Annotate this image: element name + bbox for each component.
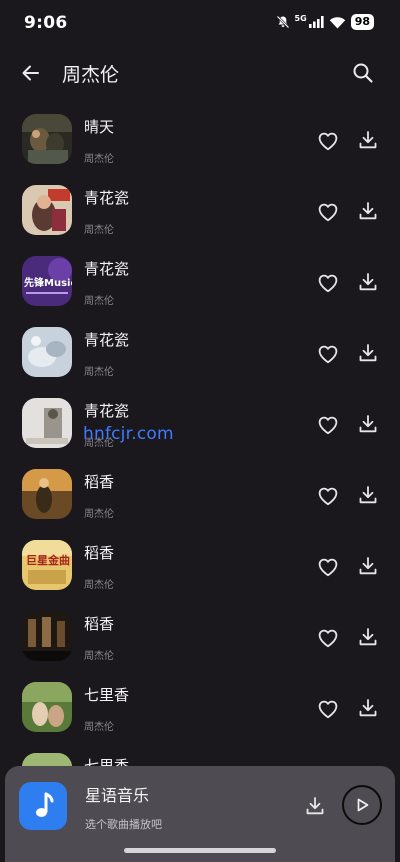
heart-icon bbox=[318, 203, 338, 222]
download-icon bbox=[359, 344, 377, 362]
song-row[interactable]: 七里香 周杰伦 bbox=[0, 675, 400, 746]
player-download-button[interactable] bbox=[303, 794, 327, 818]
download-icon bbox=[359, 628, 377, 646]
download-icon bbox=[359, 273, 377, 291]
album-cover bbox=[22, 611, 72, 661]
top-app-bar: 周杰伦 bbox=[0, 50, 400, 96]
download-icon bbox=[359, 699, 377, 717]
heart-icon bbox=[318, 487, 338, 506]
wifi-icon bbox=[329, 16, 345, 28]
mute-bell-icon bbox=[276, 15, 289, 29]
song-row[interactable]: 稻香 周杰伦 bbox=[0, 462, 400, 533]
music-note-icon bbox=[36, 792, 54, 817]
download-button[interactable] bbox=[356, 199, 380, 223]
network-label: 5G bbox=[294, 13, 307, 23]
download-button[interactable] bbox=[356, 270, 380, 294]
play-icon bbox=[357, 798, 369, 812]
song-artist: 周杰伦 bbox=[84, 651, 114, 662]
like-button[interactable] bbox=[316, 413, 340, 437]
like-button[interactable] bbox=[316, 555, 340, 579]
album-cover bbox=[22, 398, 72, 448]
download-icon bbox=[359, 415, 377, 433]
status-bar: 9:06 5G 98 bbox=[0, 0, 400, 46]
song-title: 晴天 bbox=[84, 118, 115, 136]
song-artist: 周杰伦 bbox=[84, 722, 114, 733]
song-title: 青花瓷 bbox=[84, 331, 130, 349]
app-screen: 9:06 5G 98 周杰伦 晴天 周杰伦 青花瓷 周杰伦 先锋Music 青花… bbox=[0, 0, 400, 862]
download-icon bbox=[359, 202, 377, 220]
heart-icon bbox=[318, 700, 338, 719]
app-logo bbox=[19, 782, 67, 830]
like-button[interactable] bbox=[316, 129, 340, 153]
player-title: 星语音乐 bbox=[85, 786, 150, 805]
song-row[interactable]: 青花瓷 周杰伦 bbox=[0, 320, 400, 391]
download-icon bbox=[359, 486, 377, 504]
song-artist: 周杰伦 bbox=[84, 509, 114, 520]
song-row[interactable]: 先锋Music 青花瓷 周杰伦 bbox=[0, 249, 400, 320]
download-button[interactable] bbox=[356, 625, 380, 649]
cover-text: 巨星金曲 bbox=[26, 553, 70, 567]
song-artist: 周杰伦 bbox=[84, 367, 114, 378]
heart-icon bbox=[318, 558, 338, 577]
download-button[interactable] bbox=[356, 128, 380, 152]
like-button[interactable] bbox=[316, 200, 340, 224]
search-icon bbox=[353, 63, 373, 83]
download-icon bbox=[359, 557, 377, 575]
download-button[interactable] bbox=[356, 341, 380, 365]
heart-icon bbox=[318, 416, 338, 435]
song-row[interactable]: 青花瓷 周杰伦 bbox=[0, 391, 400, 462]
heart-icon bbox=[318, 132, 338, 151]
album-cover bbox=[22, 469, 72, 519]
download-icon bbox=[306, 797, 324, 815]
song-list: 晴天 周杰伦 青花瓷 周杰伦 先锋Music 青花瓷 周杰伦 青花瓷 周杰伦 青… bbox=[0, 107, 400, 817]
song-artist: 周杰伦 bbox=[84, 580, 114, 591]
heart-icon bbox=[318, 629, 338, 648]
album-cover bbox=[22, 682, 72, 732]
song-row[interactable]: 青花瓷 周杰伦 bbox=[0, 178, 400, 249]
player-subtitle: 选个歌曲播放吧 bbox=[85, 818, 162, 831]
search-button[interactable] bbox=[350, 60, 376, 86]
album-cover bbox=[22, 114, 72, 164]
song-artist: 周杰伦 bbox=[84, 296, 114, 307]
like-button[interactable] bbox=[316, 271, 340, 295]
song-title: 稻香 bbox=[84, 615, 115, 633]
like-button[interactable] bbox=[316, 697, 340, 721]
song-title: 七里香 bbox=[84, 686, 130, 704]
play-button[interactable] bbox=[342, 785, 382, 825]
song-title: 稻香 bbox=[84, 473, 115, 491]
song-row[interactable]: 晴天 周杰伦 bbox=[0, 107, 400, 178]
battery-indicator: 98 bbox=[350, 14, 374, 30]
album-cover: 巨星金曲 bbox=[22, 540, 72, 590]
arrow-left-icon bbox=[22, 65, 39, 81]
like-button[interactable] bbox=[316, 342, 340, 366]
download-icon bbox=[359, 131, 377, 149]
page-title: 周杰伦 bbox=[62, 64, 120, 86]
home-indicator[interactable] bbox=[124, 848, 276, 853]
heart-icon bbox=[318, 345, 338, 364]
song-artist: 周杰伦 bbox=[84, 225, 114, 236]
song-row[interactable]: 巨星金曲 稻香 周杰伦 bbox=[0, 533, 400, 604]
song-title: 青花瓷 bbox=[84, 402, 130, 420]
song-title: 青花瓷 bbox=[84, 260, 130, 278]
watermark-text: hnfcjr.com bbox=[83, 424, 174, 444]
album-cover bbox=[22, 185, 72, 235]
download-button[interactable] bbox=[356, 483, 380, 507]
song-title: 青花瓷 bbox=[84, 189, 130, 207]
song-row[interactable]: 稻香 周杰伦 bbox=[0, 604, 400, 675]
song-artist: 周杰伦 bbox=[84, 154, 114, 165]
cover-text: 先锋Music bbox=[24, 276, 72, 289]
like-button[interactable] bbox=[316, 626, 340, 650]
album-cover bbox=[22, 327, 72, 377]
download-button[interactable] bbox=[356, 696, 380, 720]
status-time: 9:06 bbox=[24, 13, 68, 33]
signal-icon bbox=[308, 16, 324, 28]
status-icons: 5G 98 bbox=[276, 14, 374, 30]
song-title: 稻香 bbox=[84, 544, 115, 562]
like-button[interactable] bbox=[316, 484, 340, 508]
download-button[interactable] bbox=[356, 412, 380, 436]
album-cover: 先锋Music bbox=[22, 256, 72, 306]
back-button[interactable] bbox=[18, 60, 44, 86]
heart-icon bbox=[318, 274, 338, 293]
download-button[interactable] bbox=[356, 554, 380, 578]
